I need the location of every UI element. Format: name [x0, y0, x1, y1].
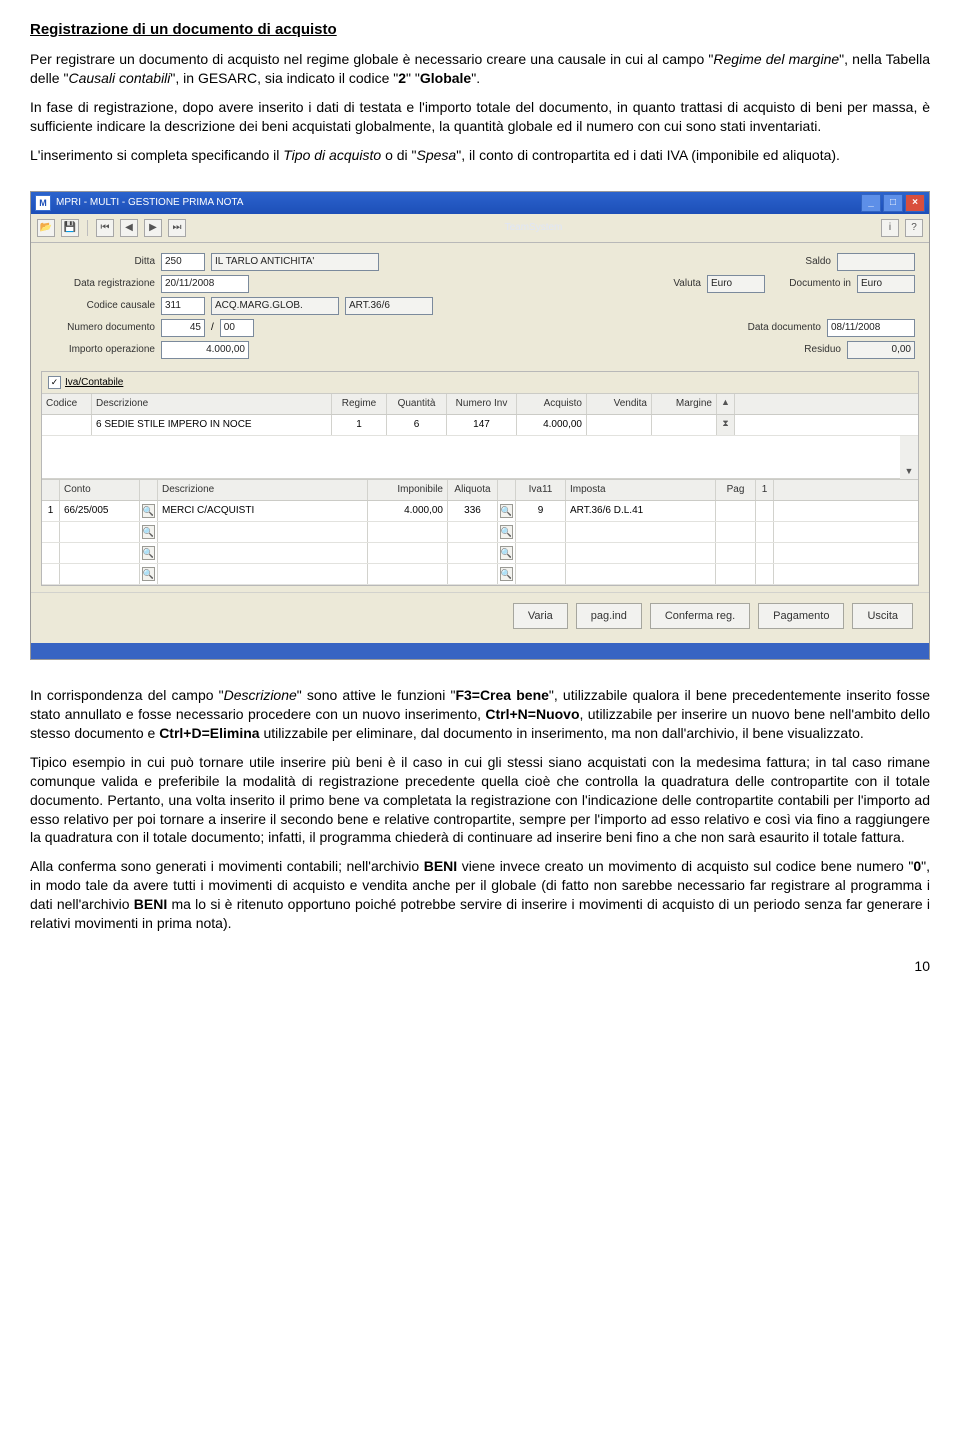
grid1-scroll[interactable]: ⧗	[717, 415, 735, 435]
body-paragraph-5: Tipico esempio in cui può tornare utile …	[30, 753, 930, 847]
help-icon[interactable]: ?	[905, 219, 923, 237]
last-icon[interactable]: ⏭	[168, 219, 186, 237]
close-button[interactable]: ×	[905, 194, 925, 212]
data-doc-label: Data documento	[731, 321, 821, 335]
uscita-button[interactable]: Uscita	[852, 603, 913, 629]
iva-contabile-panel: ✓ Iva/Contabile Codice Descrizione Regim…	[41, 371, 919, 587]
body-paragraph-6: Alla conferma sono generati i movimenti …	[30, 857, 930, 933]
pagind-button[interactable]: pag.ind	[576, 603, 642, 629]
lookup-icon[interactable]: 🔍	[142, 546, 155, 560]
maximize-button[interactable]: □	[883, 194, 903, 212]
doc-in-field: Euro	[857, 275, 915, 293]
prev-icon[interactable]: ◀	[120, 219, 138, 237]
doc-in-label: Documento in	[771, 277, 851, 291]
ditta-label: Ditta	[45, 255, 155, 269]
app-icon: M	[35, 195, 51, 211]
saldo-field	[837, 253, 915, 271]
grid2-row-empty[interactable]: 🔍 🔍	[42, 564, 918, 585]
toolbar: 📂 💾 ⏮ ◀ ▶ ⏭ TeamSystem i ?	[31, 214, 929, 243]
grid2-row[interactable]: 1 66/25/005 🔍 MERCI C/ACQUISTI 4.000,00 …	[42, 501, 918, 522]
lookup-icon[interactable]: 🔍	[500, 546, 513, 560]
data-reg-field[interactable]: 20/11/2008	[161, 275, 249, 293]
codice-causale-label: Codice causale	[45, 299, 155, 313]
minimize-button[interactable]: _	[861, 194, 881, 212]
num-doc-label: Numero documento	[45, 321, 155, 335]
status-bar	[31, 643, 929, 659]
pagamento-button[interactable]: Pagamento	[758, 603, 844, 629]
brand-label: TeamSystem	[505, 221, 563, 235]
title-bar: M MPRI - MULTI - GESTIONE PRIMA NOTA _ □…	[31, 192, 929, 214]
ditta-desc-field: IL TARLO ANTICHITA'	[211, 253, 379, 271]
intro-paragraph-2: In fase di registrazione, dopo avere ins…	[30, 98, 930, 136]
valuta-label: Valuta	[661, 277, 701, 291]
body-paragraph-4: In corrispondenza del campo "Descrizione…	[30, 686, 930, 743]
ditta-field[interactable]: 250	[161, 253, 205, 271]
save-icon[interactable]: 💾	[61, 219, 79, 237]
grid1-scroll-down-icon[interactable]: ▼	[900, 436, 918, 479]
causale-desc-field: ACQ.MARG.GLOB.	[211, 297, 339, 315]
lookup-icon[interactable]: 🔍	[142, 504, 155, 518]
button-bar: Varia pag.ind Conferma reg. Pagamento Us…	[31, 592, 929, 643]
lookup-icon[interactable]: 🔍	[142, 525, 155, 539]
valuta-field: Euro	[707, 275, 765, 293]
conferma-button[interactable]: Conferma reg.	[650, 603, 750, 629]
info-icon[interactable]: i	[881, 219, 899, 237]
residuo-field: 0,00	[847, 341, 915, 359]
grid1-scroll-up-icon[interactable]: ▲	[717, 394, 735, 414]
num-doc-a-field[interactable]: 45	[161, 319, 205, 337]
grid2-header: Conto Descrizione Imponibile Aliquota Iv…	[42, 479, 918, 501]
section-title: Registrazione di un documento di acquist…	[30, 20, 930, 40]
grid1-header: Codice Descrizione Regime Quantità Numer…	[42, 393, 918, 415]
iva-contabile-checkbox[interactable]: ✓	[48, 376, 61, 389]
open-icon[interactable]: 📂	[37, 219, 55, 237]
residuo-label: Residuo	[791, 343, 841, 357]
importo-op-label: Importo operazione	[45, 343, 155, 357]
lookup-icon[interactable]: 🔍	[142, 567, 155, 581]
lookup-icon[interactable]: 🔍	[500, 504, 513, 518]
causale-code-field[interactable]: 311	[161, 297, 205, 315]
grid2-row-empty[interactable]: 🔍 🔍	[42, 522, 918, 543]
lookup-icon[interactable]: 🔍	[500, 525, 513, 539]
varia-button[interactable]: Varia	[513, 603, 568, 629]
grid2-row-empty[interactable]: 🔍 🔍	[42, 543, 918, 564]
data-reg-label: Data registrazione	[45, 277, 155, 291]
app-window: M MPRI - MULTI - GESTIONE PRIMA NOTA _ □…	[30, 191, 930, 661]
importo-op-field[interactable]: 4.000,00	[161, 341, 249, 359]
lookup-icon[interactable]: 🔍	[500, 567, 513, 581]
intro-paragraph-3: L'inserimento si completa specificando i…	[30, 146, 930, 165]
intro-paragraph-1: Per registrare un documento di acquisto …	[30, 50, 930, 88]
next-icon[interactable]: ▶	[144, 219, 162, 237]
page-number: 10	[30, 957, 930, 976]
saldo-label: Saldo	[791, 255, 831, 269]
causale-art-field: ART.36/6	[345, 297, 433, 315]
form-header: Ditta 250 IL TARLO ANTICHITA' Saldo Data…	[31, 243, 929, 363]
data-doc-field[interactable]: 08/11/2008	[827, 319, 915, 337]
num-doc-b-field[interactable]: 00	[220, 319, 254, 337]
window-title: MPRI - MULTI - GESTIONE PRIMA NOTA	[56, 196, 243, 210]
iva-contabile-label: Iva/Contabile	[65, 376, 123, 390]
first-icon[interactable]: ⏮	[96, 219, 114, 237]
grid1-row[interactable]: 6 SEDIE STILE IMPERO IN NOCE 1 6 147 4.0…	[42, 415, 918, 436]
